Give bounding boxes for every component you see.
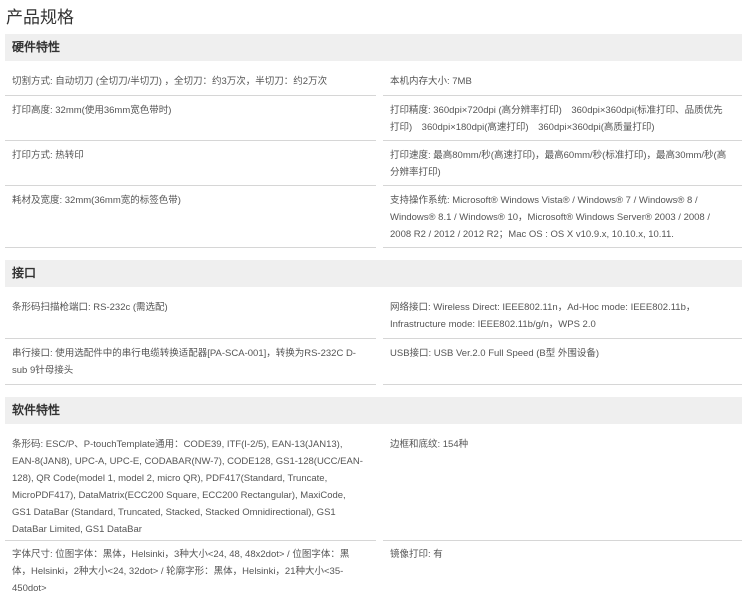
section-header-interface: 接口 [5, 260, 742, 287]
row-divider [383, 140, 742, 141]
spec-cell: 支持操作系统: Microsoft® Windows Vista® / Wind… [390, 195, 710, 240]
spec-cell: 切割方式: 自动切刀 (全切刀/半切刀) ，全切刀：约3万次，半切刀：约2万次 [12, 76, 328, 87]
spec-cell: 打印方式: 热转印 [12, 150, 84, 161]
row-divider [5, 247, 376, 248]
row-divider [383, 384, 742, 385]
row-divider [383, 540, 742, 541]
row-divider [383, 338, 742, 339]
spec-cell: 镜像打印: 有 [390, 549, 443, 560]
page-title: 产品规格 [6, 8, 74, 28]
spec-cell: 打印精度: 360dpi×720dpi (高分辨率打印) 360dpi×360d… [390, 105, 723, 133]
row-divider [383, 247, 742, 248]
row-divider [5, 185, 376, 186]
row-divider [5, 95, 376, 96]
section-header-software: 软件特性 [5, 397, 742, 424]
row-divider [5, 540, 376, 541]
spec-page: 产品规格 硬件特性 切割方式: 自动切刀 (全切刀/半切刀) ，全切刀：约3万次… [0, 0, 750, 598]
row-divider [5, 384, 376, 385]
spec-cell: 条形码: ESC/P、P-touchTemplate通用：CODE39, ITF… [12, 439, 363, 535]
spec-cell: 本机内存大小: 7MB [390, 76, 472, 87]
spec-cell: 耗材及宽度: 32mm(36mm宽的标签色带) [12, 195, 181, 206]
spec-cell: 打印高度: 32mm(使用36mm宽色带时) [12, 105, 172, 116]
row-divider [383, 185, 742, 186]
row-divider [383, 95, 742, 96]
spec-cell: USB接口: USB Ver.2.0 Full Speed (B型 外围设备) [390, 348, 600, 359]
spec-cell: 串行接口: 使用选配件中的串行电缆转换适配器[PA-SCA-001]，转换为RS… [12, 348, 356, 376]
spec-cell: 边框和底纹: 154种 [390, 439, 469, 450]
spec-cell: 网络接口: Wireless Direct: IEEE802.11n，Ad-Ho… [390, 302, 696, 330]
spec-cell: 字体尺寸: 位图字体：黑体，Helsinki，3种大小<24, 48, 48x2… [12, 549, 350, 594]
row-divider [5, 140, 376, 141]
spec-cell: 条形码扫描枪端口: RS-232c (需选配) [12, 302, 168, 313]
section-header-hardware: 硬件特性 [5, 34, 742, 61]
spec-cell: 打印速度: 最高80mm/秒(高速打印)，最高60mm/秒(标准打印)，最高30… [390, 150, 727, 178]
row-divider [5, 338, 376, 339]
